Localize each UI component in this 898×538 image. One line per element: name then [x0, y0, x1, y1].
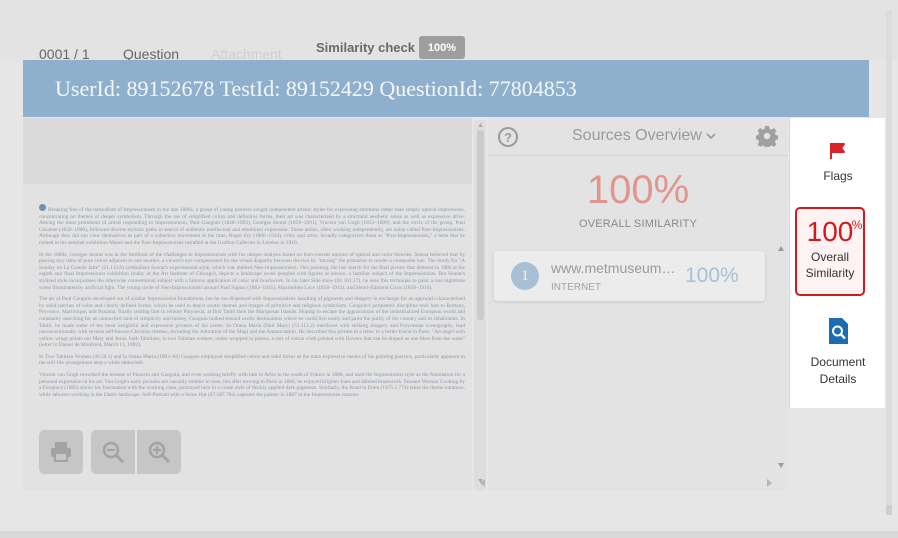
- document-details-button[interactable]: Document Details: [790, 317, 886, 388]
- viewer-controls: [39, 430, 181, 474]
- document-paragraph: Vincent van Gogh reworked the lessons of…: [39, 372, 465, 398]
- document-paragraph: Breaking free of the naturalism of Impre…: [39, 204, 465, 247]
- zoom-out-button[interactable]: [91, 430, 135, 474]
- print-button[interactable]: [39, 430, 83, 474]
- side-panel: Flags 100% Overall Similarity Document D…: [789, 118, 885, 408]
- percent-sign: %: [851, 218, 863, 232]
- sources-header: ? Sources Overview: [488, 118, 788, 156]
- similarity-badge: 100%: [419, 36, 465, 59]
- overall-similarity-value: 100%: [806, 216, 863, 247]
- overall-similarity-label: OVERALL SIMILARITY: [578, 218, 698, 230]
- document-details-label: Document Details: [810, 355, 866, 386]
- flags-button[interactable]: Flags: [790, 142, 886, 183]
- sources-scrollbar[interactable]: [775, 240, 787, 490]
- zoom-in-button[interactable]: [137, 430, 181, 474]
- bottom-edge: [0, 531, 898, 538]
- source-percent: 100%: [685, 264, 739, 287]
- overall-similarity-button[interactable]: 100% Overall Similarity: [795, 207, 865, 296]
- header-bar: UserId: 89152678 TestId: 89152429 Questi…: [23, 60, 869, 117]
- document-paragraph: In Two Tahitian Women (49.58.1) and Ia O…: [39, 353, 465, 367]
- flag-icon: [830, 143, 845, 159]
- overall-similarity-percent: 100%: [586, 168, 690, 212]
- source-item[interactable]: 1 www.metmuseum.org INTERNET 100%: [494, 251, 765, 301]
- zoom-in-icon: [148, 441, 171, 464]
- help-icon[interactable]: ?: [498, 127, 518, 147]
- source-number-badge: 1: [511, 262, 539, 290]
- source-marker-icon[interactable]: [39, 204, 46, 211]
- document-toolbar-area: [23, 118, 472, 184]
- source-type: INTERNET: [551, 282, 601, 293]
- document-paragraph: In the 1880s, Georges Seurat was at the …: [39, 251, 465, 291]
- gear-icon[interactable]: [756, 125, 778, 147]
- page-scrollbar-thumb[interactable]: [886, 505, 892, 515]
- sources-overview-title[interactable]: Sources Overview: [572, 127, 702, 145]
- header-title: UserId: 89152678 TestId: 89152429 Questi…: [55, 75, 577, 101]
- document-search-icon: [829, 318, 848, 344]
- sources-horizontal-scrollbar[interactable]: [478, 478, 774, 488]
- overall-similarity-caption: Overall Similarity: [805, 250, 855, 280]
- document-paragraph: The art of Paul Gauguin developed out of…: [39, 296, 465, 349]
- chevron-down-icon[interactable]: [705, 131, 717, 141]
- zoom-out-icon: [102, 441, 125, 464]
- tab-similarity-check[interactable]: Similarity check: [316, 40, 415, 55]
- source-url[interactable]: www.metmuseum.org: [551, 260, 676, 276]
- page-scrollbar[interactable]: [886, 10, 892, 515]
- flags-label: Flags: [823, 169, 853, 183]
- scroll-up-arrow-icon[interactable]: ▲: [477, 122, 484, 129]
- sources-panel: ? Sources Overview 100% OVERALL SIMILARI…: [488, 118, 788, 490]
- document-scrollbar-thumb[interactable]: [477, 130, 484, 320]
- print-icon: [51, 442, 71, 462]
